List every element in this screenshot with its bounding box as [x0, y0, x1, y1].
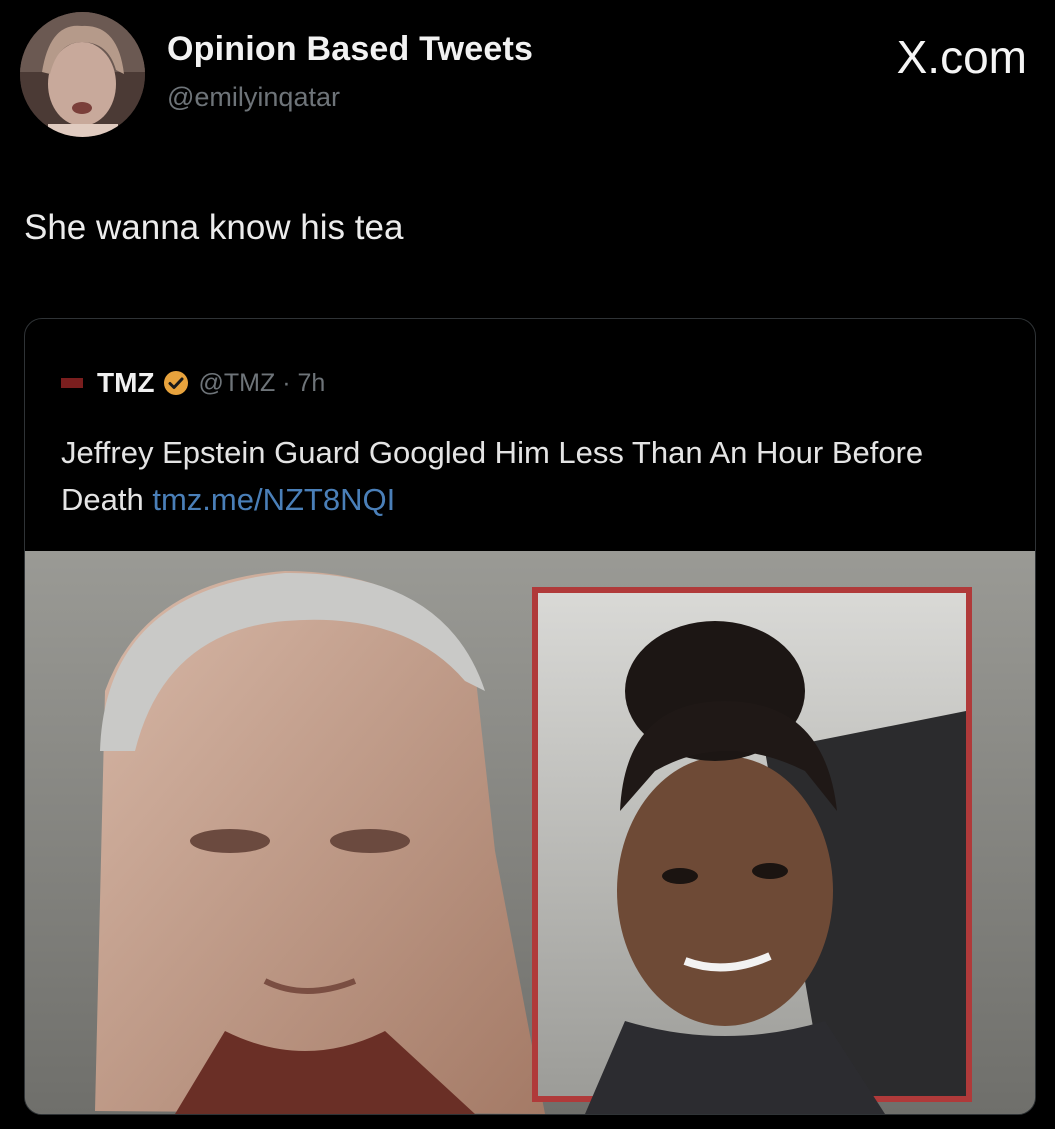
tmz-logo-icon — [61, 378, 83, 388]
quoted-tweet-header: TMZ @TMZ · 7h — [61, 365, 325, 401]
tweet-text: She wanna know his tea — [24, 208, 404, 247]
quoted-tweet-card[interactable]: TMZ @TMZ · 7h Jeffrey Epstein Guard Goog… — [24, 318, 1036, 1115]
media-photo — [25, 551, 1035, 1114]
tweet-header: Opinion Based Tweets @emilyinqatar X.com — [20, 12, 1035, 142]
quoted-tweet-text: Jeffrey Epstein Guard Googled Him Less T… — [61, 429, 981, 523]
user-handle[interactable]: @emilyinqatar — [167, 82, 340, 113]
quoted-display-name[interactable]: TMZ — [97, 367, 155, 399]
avatar[interactable] — [20, 12, 145, 137]
brand-label: X.com — [896, 31, 1027, 83]
quoted-media-image[interactable] — [25, 551, 1035, 1114]
display-name[interactable]: Opinion Based Tweets — [167, 30, 533, 69]
verified-badge-icon — [163, 371, 188, 395]
quoted-handle-time: @TMZ · 7h — [198, 368, 326, 397]
quoted-link[interactable]: tmz.me/NZT8NQI — [152, 482, 395, 517]
avatar-photo — [20, 12, 145, 137]
